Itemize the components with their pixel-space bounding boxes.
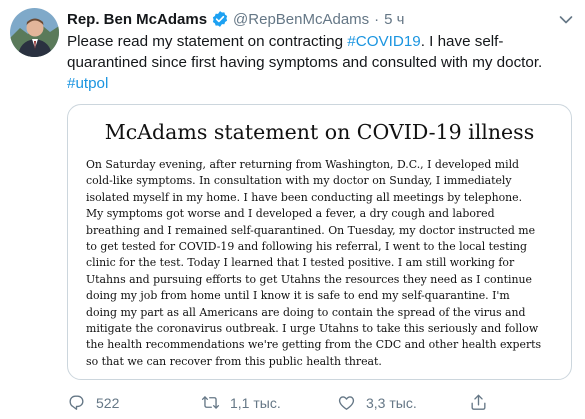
statement-title: McAdams statement on COVID-19 illness xyxy=(104,120,535,144)
statement-line: the health recommendations we're getting… xyxy=(86,338,542,352)
statement-line: breathing and I remained self-quarantine… xyxy=(86,223,536,237)
statement-line: On Saturday evening, after returning fro… xyxy=(86,158,520,171)
avatar[interactable] xyxy=(10,8,59,57)
statement-line: Utahns and pursuing efforts to get Utahn… xyxy=(86,272,532,286)
hashtag-covid19[interactable]: #COVID19 xyxy=(347,33,420,50)
statement-image[interactable]: McAdams statement on COVID-19 illness On… xyxy=(67,104,572,380)
reply-icon xyxy=(69,395,84,410)
reply-count: 522 xyxy=(96,394,120,411)
like-count: 3,3 тыс. xyxy=(366,394,417,411)
statement-line: so that we can recover from this public … xyxy=(86,354,382,368)
retweet-count: 1,1 тыс. xyxy=(230,394,281,411)
tweet: Rep. Ben McAdams @RepBenMcAdams · 5 ч Pl… xyxy=(0,0,585,419)
tweet-text-part: Please read my statement on contracting xyxy=(67,33,348,50)
statement-body: On Saturday evening, after returning fro… xyxy=(86,157,557,370)
separator-dot: · xyxy=(374,10,380,28)
verified-badge-icon xyxy=(211,10,229,28)
share-button[interactable] xyxy=(469,393,498,412)
hashtag-utpol[interactable]: #utpol xyxy=(67,75,108,92)
author-name[interactable]: Rep. Ben McAdams xyxy=(67,11,207,28)
author-handle[interactable]: @RepBenMcAdams xyxy=(233,11,369,28)
statement-line: cold-like symptoms. In consultation with… xyxy=(86,174,512,188)
tweet-text: Please read my statement on contracting … xyxy=(67,31,572,94)
share-icon xyxy=(471,394,486,410)
reply-button[interactable]: 522 xyxy=(67,393,119,412)
statement-line: isolated myself in my home. I have been … xyxy=(86,190,523,204)
timestamp[interactable]: 5 ч xyxy=(384,11,404,28)
statement-line: to get tested for COVID-19 and following… xyxy=(86,240,527,254)
statement-line: doing my part as all Americans are doing… xyxy=(86,305,526,319)
statement-line: My symptoms got worse and I developed a … xyxy=(86,207,495,221)
retweet-icon xyxy=(201,396,220,409)
like-icon xyxy=(338,396,355,410)
action-bar: 522 1,1 тыс. 3,3 тыс. xyxy=(67,393,572,415)
like-button[interactable]: 3,3 тыс. xyxy=(337,393,417,412)
statement-line: doing my job from home until I know it i… xyxy=(86,289,510,303)
chevron-down-icon[interactable] xyxy=(559,12,573,24)
statement-line: clinic for the test. Today I learned tha… xyxy=(86,256,515,270)
statement-line: mitigate the coronavirus outbreak. I urg… xyxy=(86,322,539,336)
tweet-header: Rep. Ben McAdams @RepBenMcAdams · 5 ч xyxy=(67,9,405,29)
retweet-button[interactable]: 1,1 тыс. xyxy=(201,393,281,412)
